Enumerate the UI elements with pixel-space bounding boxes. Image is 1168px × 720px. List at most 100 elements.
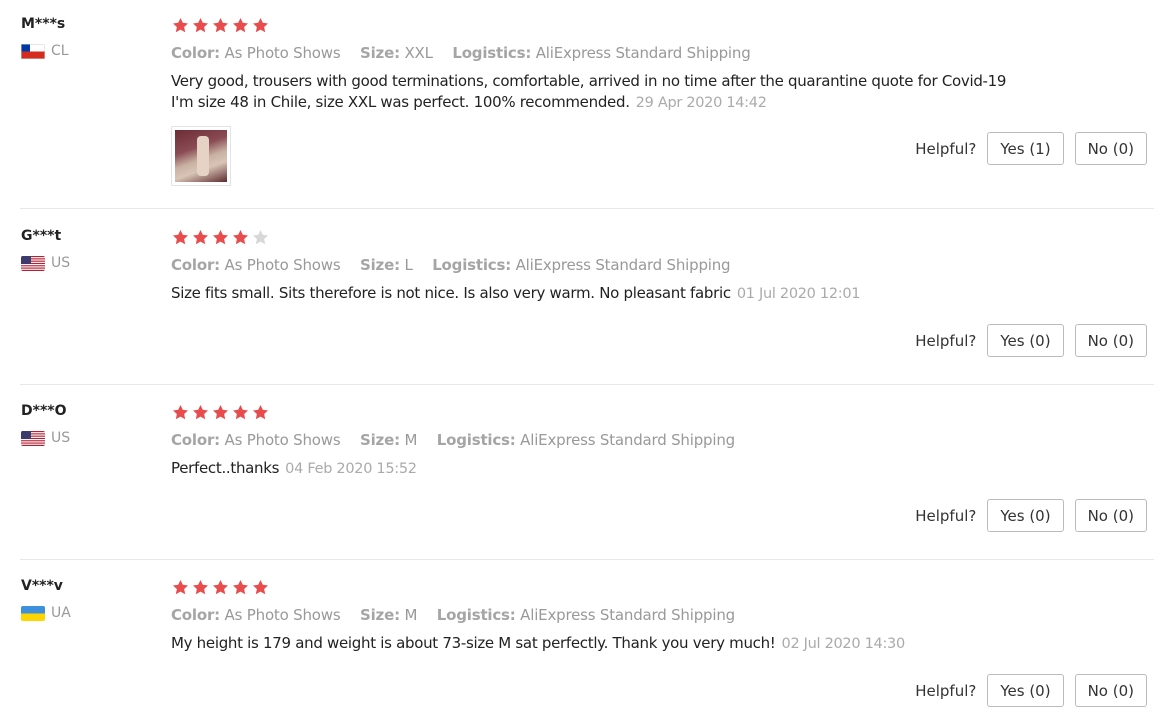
review-date: 02 Jul 2020 14:30	[781, 636, 906, 652]
color-label: Color:	[171, 44, 220, 62]
logistics-label: Logistics:	[452, 44, 532, 62]
color-value: As Photo Shows	[224, 431, 341, 449]
review-text: Very good, trousers with good terminatio…	[171, 71, 1131, 114]
usa-flag-icon	[21, 255, 45, 271]
country-code: US	[51, 255, 71, 271]
helpful-label: Helpful?	[915, 331, 977, 350]
star-filled-icon	[211, 403, 230, 422]
helpful-no-button[interactable]: No (0)	[1074, 324, 1147, 357]
review-text-line: Perfect..thanks	[171, 459, 280, 477]
star-filled-icon	[211, 16, 230, 35]
reviewer-name: M***s	[21, 16, 66, 32]
helpful-vote: Helpful? Yes (1) No (0)	[915, 132, 1147, 165]
star-rating	[171, 226, 1131, 248]
reviewer-country: UA	[21, 605, 161, 621]
helpful-yes-button[interactable]: Yes (0)	[987, 324, 1064, 357]
country-code: CL	[51, 43, 69, 59]
star-filled-icon	[191, 578, 210, 597]
divider	[20, 384, 1154, 385]
logistics-value: AliExpress Standard Shipping	[535, 44, 751, 62]
logistics-value: AliExpress Standard Shipping	[520, 606, 735, 624]
helpful-no-button[interactable]: No (0)	[1074, 132, 1147, 165]
helpful-vote: Helpful? Yes (0) No (0)	[915, 674, 1147, 707]
reviewer-info: V***v UA	[21, 576, 161, 621]
country-code: UA	[51, 605, 71, 621]
review-text-line: Very good, trousers with good terminatio…	[171, 72, 1007, 90]
country-code: US	[51, 430, 71, 446]
size-value: M	[404, 606, 418, 624]
reviewer-info: M***s CL	[21, 14, 161, 59]
sku-info: Color: As Photo Shows Size: XXL Logistic…	[171, 43, 1131, 63]
reviewer-country: CL	[21, 43, 161, 59]
review-content: Color: As Photo Shows Size: M Logistics:…	[171, 576, 1131, 655]
star-filled-icon	[191, 228, 210, 247]
size-value: M	[404, 431, 418, 449]
color-label: Color:	[171, 256, 220, 274]
star-rating	[171, 576, 1131, 598]
color-value: As Photo Shows	[224, 606, 341, 624]
review-date: 29 Apr 2020 14:42	[635, 95, 767, 111]
size-value: L	[404, 256, 413, 274]
star-filled-icon	[231, 578, 250, 597]
star-filled-icon	[231, 16, 250, 35]
star-filled-icon	[251, 578, 270, 597]
helpful-label: Helpful?	[915, 506, 977, 525]
chile-flag-icon	[21, 43, 45, 59]
reviewer-name: V***v	[21, 578, 63, 594]
logistics-label: Logistics:	[436, 606, 516, 624]
logistics-label: Logistics:	[436, 431, 516, 449]
helpful-label: Helpful?	[915, 681, 977, 700]
star-rating	[171, 401, 1131, 423]
review-date: 04 Feb 2020 15:52	[285, 461, 417, 477]
size-label: Size:	[360, 431, 400, 449]
color-label: Color:	[171, 431, 220, 449]
ukraine-flag-icon	[21, 605, 45, 621]
reviewer-country: US	[21, 255, 161, 271]
size-label: Size:	[360, 44, 400, 62]
review-text: Perfect..thanks 04 Feb 2020 15:52	[171, 458, 1131, 480]
star-filled-icon	[251, 403, 270, 422]
divider	[20, 208, 1154, 209]
reviewer-info: D***O US	[21, 401, 161, 446]
size-label: Size:	[360, 256, 400, 274]
star-filled-icon	[171, 578, 190, 597]
star-filled-icon	[191, 403, 210, 422]
review-content: Color: As Photo Shows Size: M Logistics:…	[171, 401, 1131, 480]
helpful-vote: Helpful? Yes (0) No (0)	[915, 324, 1147, 357]
star-filled-icon	[171, 228, 190, 247]
size-label: Size:	[360, 606, 400, 624]
star-filled-icon	[231, 403, 250, 422]
reviewer-country: US	[21, 430, 161, 446]
sku-info: Color: As Photo Shows Size: M Logistics:…	[171, 430, 1131, 450]
helpful-yes-button[interactable]: Yes (0)	[987, 674, 1064, 707]
star-empty-icon	[251, 228, 270, 247]
star-filled-icon	[171, 403, 190, 422]
review-text-line: My height is 179 and weight is about 73-…	[171, 634, 776, 652]
star-filled-icon	[171, 16, 190, 35]
helpful-vote: Helpful? Yes (0) No (0)	[915, 499, 1147, 532]
helpful-no-button[interactable]: No (0)	[1074, 674, 1147, 707]
color-value: As Photo Shows	[224, 44, 341, 62]
logistics-label: Logistics:	[432, 256, 512, 274]
divider	[20, 559, 1154, 560]
review-content: Color: As Photo Shows Size: L Logistics:…	[171, 226, 1131, 305]
star-filled-icon	[211, 228, 230, 247]
helpful-yes-button[interactable]: Yes (1)	[987, 132, 1064, 165]
sku-info: Color: As Photo Shows Size: L Logistics:…	[171, 255, 1131, 275]
review-photo-thumbnail[interactable]	[171, 126, 231, 186]
logistics-value: AliExpress Standard Shipping	[520, 431, 735, 449]
review-text-line: Size fits small. Sits therefore is not n…	[171, 284, 731, 302]
color-label: Color:	[171, 606, 220, 624]
review-text: Size fits small. Sits therefore is not n…	[171, 283, 1131, 305]
helpful-yes-button[interactable]: Yes (0)	[987, 499, 1064, 532]
review-text-line: I'm size 48 in Chile, size XXL was perfe…	[171, 93, 630, 111]
star-filled-icon	[191, 16, 210, 35]
star-filled-icon	[211, 578, 230, 597]
review-date: 01 Jul 2020 12:01	[736, 286, 861, 302]
helpful-label: Helpful?	[915, 139, 977, 158]
star-filled-icon	[231, 228, 250, 247]
helpful-no-button[interactable]: No (0)	[1074, 499, 1147, 532]
sku-info: Color: As Photo Shows Size: M Logistics:…	[171, 605, 1131, 625]
review-photo	[175, 130, 227, 182]
review-text: My height is 179 and weight is about 73-…	[171, 633, 1131, 655]
